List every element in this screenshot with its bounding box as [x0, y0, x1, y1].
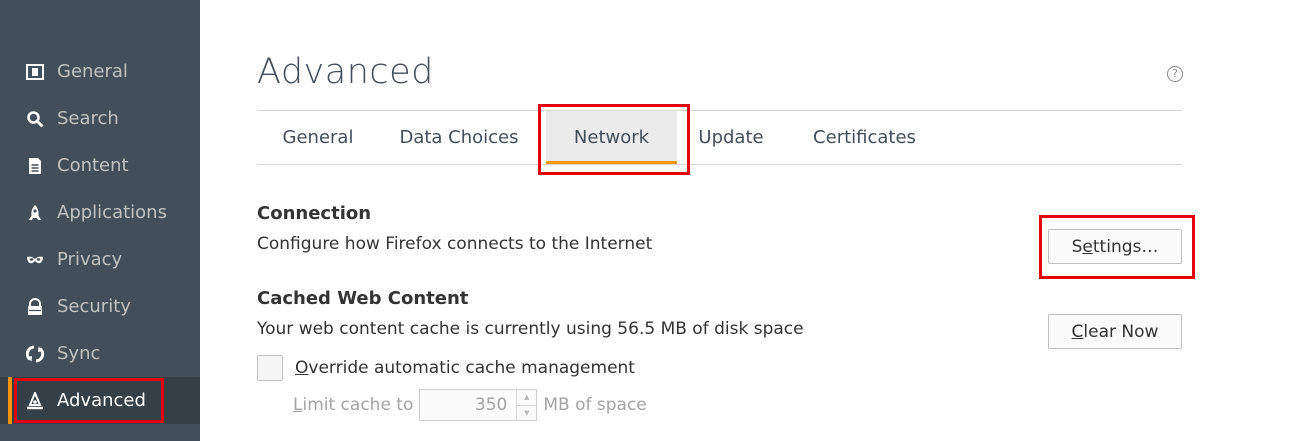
- applications-icon: [26, 204, 44, 222]
- sync-icon: [26, 345, 44, 363]
- sidebar-item-general[interactable]: General: [0, 48, 200, 95]
- sidebar-item-label: General: [57, 61, 128, 82]
- sidebar-item-advanced[interactable]: Advanced: [0, 377, 200, 424]
- override-cache-checkbox[interactable]: [257, 355, 283, 381]
- settings-button[interactable]: Se ttings…: [1048, 229, 1182, 264]
- cache-description: Your web content cache is currently usin…: [257, 319, 804, 339]
- sidebar-item-label: Sync: [57, 343, 101, 364]
- tab-bar: General Data Choices Network Update Cert…: [257, 104, 1182, 175]
- content-icon: [26, 157, 44, 175]
- tab-update[interactable]: Update: [687, 111, 775, 164]
- tab-network[interactable]: Network: [546, 111, 677, 165]
- sidebar-item-label: Search: [57, 108, 119, 129]
- security-lock-icon: [26, 297, 44, 316]
- tab-certificates[interactable]: Certificates: [797, 111, 932, 164]
- cache-heading: Cached Web Content: [257, 288, 469, 309]
- limit-cache-suffix: MB of space: [543, 395, 647, 415]
- override-cache-label[interactable]: Override automatic cache management: [295, 355, 635, 381]
- tab-divider: [257, 164, 1182, 165]
- tab-data-choices[interactable]: Data Choices: [379, 111, 539, 164]
- stepper-buttons: ▲ ▼: [516, 390, 537, 421]
- cache-size-stepper[interactable]: 350 ▲ ▼: [419, 389, 538, 421]
- search-icon: [26, 110, 44, 128]
- sidebar-item-sync[interactable]: Sync: [0, 330, 200, 377]
- general-icon: [26, 63, 44, 81]
- privacy-mask-icon: [26, 251, 44, 269]
- sidebar-item-label: Security: [57, 296, 131, 317]
- limit-cache-label: Limit cache to: [293, 395, 414, 415]
- cache-size-value[interactable]: 350: [420, 390, 516, 420]
- sidebar-item-content[interactable]: Content: [0, 142, 200, 189]
- tab-general[interactable]: General: [257, 111, 379, 164]
- connection-description: Configure how Firefox connects to the In…: [257, 234, 653, 254]
- stepper-down-icon[interactable]: ▼: [517, 404, 537, 421]
- sidebar-item-label: Content: [57, 155, 129, 176]
- connection-heading: Connection: [257, 203, 372, 224]
- sidebar-item-security[interactable]: Security: [0, 283, 200, 330]
- page-title: Advanced: [257, 52, 434, 92]
- clear-now-button[interactable]: Clear Now: [1048, 314, 1182, 349]
- sidebar-item-privacy[interactable]: Privacy: [0, 236, 200, 283]
- sidebar-item-label: Privacy: [57, 249, 123, 270]
- advanced-icon: [26, 391, 44, 410]
- sidebar: General Search Content Applications Priv…: [0, 0, 200, 441]
- sidebar-item-label: Advanced: [57, 390, 146, 411]
- sidebar-item-label: Applications: [57, 202, 167, 223]
- sidebar-item-applications[interactable]: Applications: [0, 189, 200, 236]
- stepper-up-icon[interactable]: ▲: [517, 390, 536, 405]
- limit-cache-row: Limit cache to 350 ▲ ▼ MB of space: [293, 389, 647, 421]
- sidebar-item-search[interactable]: Search: [0, 95, 200, 142]
- help-icon[interactable]: ?: [1167, 66, 1183, 82]
